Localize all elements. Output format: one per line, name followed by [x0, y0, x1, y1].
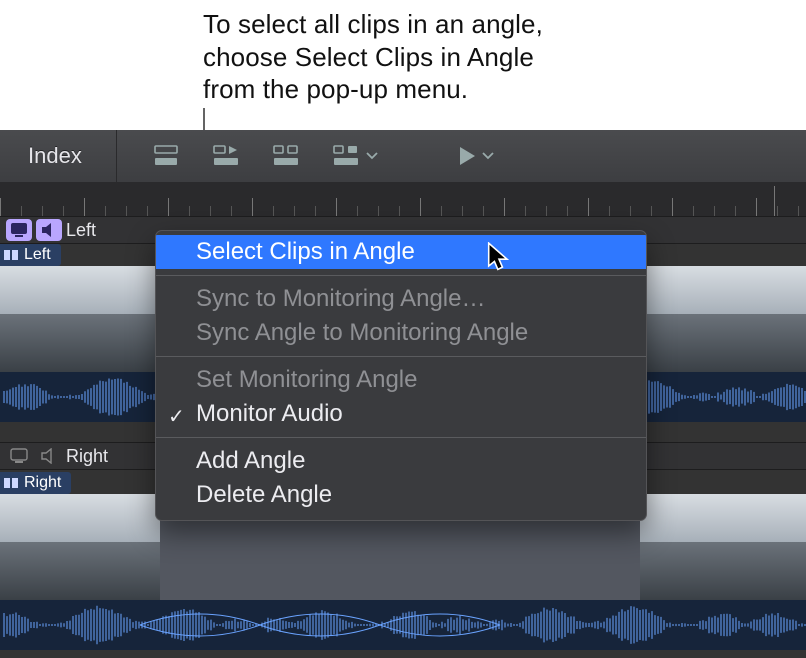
- ruler-tick: [609, 206, 610, 216]
- ruler-tick: [756, 198, 757, 216]
- menu-set-monitoring-angle: Set Monitoring Angle: [156, 363, 646, 397]
- ruler-tick: [525, 206, 526, 216]
- ruler-tick: [189, 206, 190, 216]
- tool-dropdown-2[interactable]: [457, 145, 495, 167]
- clip-thumbnail: [0, 494, 160, 600]
- toolbar-separator: [116, 130, 117, 182]
- timeline-ruler[interactable]: [0, 182, 806, 216]
- angle-header-label: Right: [66, 446, 108, 467]
- clip-label-text: Right: [24, 474, 61, 492]
- audio-monitor-icon[interactable]: [36, 219, 62, 241]
- insert-clip-icon-2[interactable]: [211, 142, 243, 170]
- clip-label-left[interactable]: Left: [0, 244, 61, 266]
- angle-header-label: Left: [66, 220, 96, 241]
- waveform-icon: [0, 600, 806, 650]
- menu-item-label: Sync to Monitoring Angle…: [196, 285, 486, 313]
- video-monitor-icon[interactable]: [6, 445, 32, 467]
- ruler-tick: [294, 206, 295, 216]
- menu-item-label: Set Monitoring Angle: [196, 366, 417, 394]
- chevron-down-icon: [365, 149, 379, 163]
- menu-separator: [156, 356, 646, 357]
- ruler-tick: [126, 206, 127, 216]
- ruler-tick: [672, 198, 673, 216]
- ruler-tick: [735, 206, 736, 216]
- ruler-tick: [420, 198, 421, 216]
- ruler-tick: [441, 206, 442, 216]
- ruler-tick: [378, 206, 379, 216]
- ruler-tick: [399, 206, 400, 216]
- menu-item-label: Select Clips in Angle: [196, 238, 415, 266]
- clip-label-text: Left: [24, 246, 51, 264]
- video-monitor-icon[interactable]: [6, 219, 32, 241]
- menu-monitor-audio[interactable]: ✓ Monitor Audio: [156, 397, 646, 431]
- ruler-tick: [693, 206, 694, 216]
- audio-waveform-right[interactable]: [0, 600, 806, 650]
- checkmark-icon: ✓: [168, 404, 185, 429]
- ruler-tick: [774, 186, 775, 216]
- play-arrow-icon: [457, 145, 479, 167]
- ruler-tick: [630, 206, 631, 216]
- menu-add-angle[interactable]: Add Angle: [156, 444, 646, 478]
- ruler-tick: [42, 206, 43, 216]
- toolbar: Index: [0, 130, 806, 183]
- ruler-tick: [336, 198, 337, 216]
- ruler-tick: [483, 206, 484, 216]
- ruler-tick: [504, 198, 505, 216]
- angle-icon: [4, 476, 20, 490]
- menu-delete-angle[interactable]: Delete Angle: [156, 478, 646, 512]
- ruler-tick: [0, 198, 1, 216]
- ruler-tick: [462, 206, 463, 216]
- menu-item-label: Delete Angle: [196, 481, 332, 509]
- clip-thumbnail: [640, 266, 806, 372]
- audio-monitor-icon[interactable]: [36, 445, 62, 467]
- menu-item-label: Monitor Audio: [196, 400, 343, 428]
- menu-sync-angle-to-monitoring-angle: Sync Angle to Monitoring Angle: [156, 316, 646, 350]
- menu-select-clips-in-angle[interactable]: Select Clips in Angle: [156, 235, 646, 269]
- insert-clip-icon-1[interactable]: [151, 142, 183, 170]
- ruler-tick: [63, 206, 64, 216]
- clip-thumbnail: [0, 266, 160, 372]
- angle-context-menu: Select Clips in Angle Sync to Monitoring…: [155, 230, 647, 521]
- clip-label-right[interactable]: Right: [0, 472, 71, 494]
- ruler-tick: [651, 206, 652, 216]
- ruler-tick: [357, 206, 358, 216]
- ruler-tick: [777, 206, 778, 216]
- menu-separator: [156, 275, 646, 276]
- chevron-down-icon: [481, 149, 495, 163]
- menu-item-label: Sync Angle to Monitoring Angle: [196, 319, 528, 347]
- ruler-tick: [714, 206, 715, 216]
- angle-icon: [4, 248, 20, 262]
- ruler-tick: [546, 206, 547, 216]
- ruler-tick: [567, 206, 568, 216]
- clip-thumbnail: [640, 494, 806, 600]
- menu-separator: [156, 437, 646, 438]
- tool-dropdown-1[interactable]: [331, 142, 379, 170]
- ruler-tick: [210, 206, 211, 216]
- ruler-tick: [588, 198, 589, 216]
- menu-sync-to-monitoring-angle: Sync to Monitoring Angle…: [156, 282, 646, 316]
- ruler-tick: [84, 198, 85, 216]
- ruler-tick: [105, 206, 106, 216]
- ruler-tick: [315, 206, 316, 216]
- ruler-tick: [168, 198, 169, 216]
- ruler-tick: [798, 206, 799, 216]
- index-button[interactable]: Index: [28, 143, 82, 169]
- insert-clip-icon-3[interactable]: [271, 142, 303, 170]
- menu-item-label: Add Angle: [196, 447, 305, 475]
- insert-clip-icon-4: [331, 142, 363, 170]
- ruler-tick: [21, 206, 22, 216]
- ruler-tick: [252, 198, 253, 216]
- ruler-tick: [231, 206, 232, 216]
- ruler-tick: [147, 206, 148, 216]
- ruler-tick: [273, 206, 274, 216]
